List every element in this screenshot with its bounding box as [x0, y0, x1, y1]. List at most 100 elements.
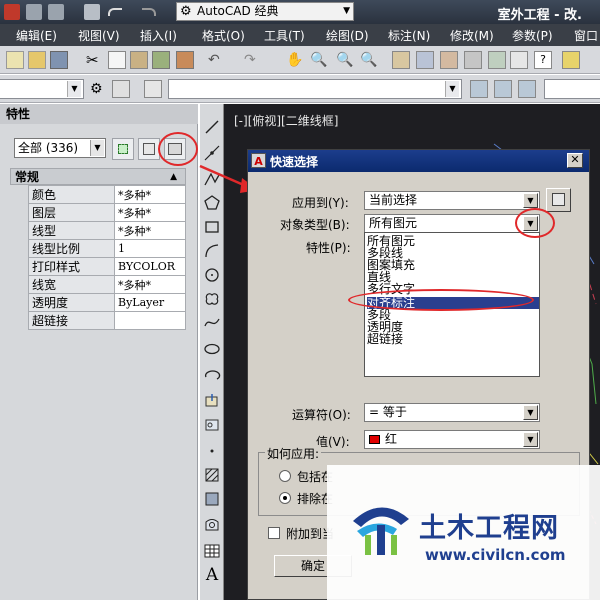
insert-block-icon[interactable] [203, 392, 221, 410]
layer-previous-icon[interactable] [494, 80, 512, 98]
save-icon[interactable] [50, 51, 68, 69]
layer-properties-icon[interactable] [144, 80, 162, 98]
app-menu-icon[interactable] [4, 4, 20, 20]
close-button[interactable]: ✕ [567, 153, 583, 168]
menu-format[interactable]: 格式(O) [202, 27, 245, 44]
property-row[interactable]: 线型比例 1 [28, 239, 186, 258]
rectangle-icon[interactable] [203, 218, 221, 236]
value-dropdown[interactable]: 红 ▼ [364, 430, 540, 449]
menu-draw[interactable]: 绘图(D) [326, 27, 369, 44]
property-value[interactable]: *多种* [114, 275, 186, 294]
tool-palettes-icon[interactable] [440, 51, 458, 69]
mtext-icon[interactable]: A [203, 566, 221, 584]
line-icon[interactable] [203, 118, 221, 136]
make-current-icon[interactable] [470, 80, 488, 98]
revcloud-icon[interactable] [203, 290, 221, 308]
hatch-icon[interactable] [203, 466, 221, 484]
property-value[interactable]: *多种* [114, 203, 186, 222]
markup-icon[interactable] [488, 51, 506, 69]
redo-icon[interactable] [142, 8, 156, 16]
menu-view[interactable]: 视图(V) [78, 27, 120, 44]
redo-icon[interactable]: ↷ [244, 51, 262, 69]
gradient-icon[interactable] [203, 490, 221, 508]
layer-freeze-icon[interactable] [518, 80, 536, 98]
property-row[interactable]: 线型 *多种* [28, 221, 186, 240]
match-properties-icon[interactable] [152, 51, 170, 69]
properties-icon[interactable] [392, 51, 410, 69]
property-row[interactable]: 打印样式 BYCOLOR [28, 257, 186, 276]
save-icon[interactable] [26, 4, 42, 20]
undo-icon[interactable] [108, 8, 122, 16]
select-objects-icon [552, 193, 565, 206]
style-icon[interactable] [562, 51, 580, 69]
circle-icon[interactable] [203, 266, 221, 284]
select-objects-button[interactable] [138, 138, 160, 160]
ellipse-icon[interactable] [203, 340, 221, 358]
list-item[interactable]: 超链接 [367, 333, 539, 345]
make-block-icon[interactable] [203, 416, 221, 434]
property-value[interactable]: ByLayer [114, 293, 186, 312]
exclude-radio[interactable] [279, 492, 291, 504]
property-row[interactable]: 颜色 *多种* [28, 185, 186, 204]
zoom-window-icon[interactable]: 🔍 [336, 51, 354, 69]
region-icon[interactable] [203, 516, 221, 534]
arc-icon[interactable] [203, 242, 221, 260]
menu-modify[interactable]: 修改(M) [450, 27, 494, 44]
copy-icon[interactable] [108, 51, 126, 69]
property-row[interactable]: 线宽 *多种* [28, 275, 186, 294]
calculator-icon[interactable] [510, 51, 528, 69]
zoom-realtime-icon[interactable]: 🔍 [310, 51, 328, 69]
color-dropdown[interactable] [544, 79, 600, 99]
property-value[interactable]: 1 [114, 239, 186, 258]
menu-insert[interactable]: 插入(I) [140, 27, 177, 44]
property-value[interactable]: *多种* [114, 185, 186, 204]
table-icon[interactable] [203, 542, 221, 560]
property-row[interactable]: 超链接 [28, 311, 186, 330]
cut-icon[interactable]: ✂ [86, 51, 104, 69]
layer-state-icon[interactable] [112, 80, 130, 98]
layer-dropdown[interactable]: ▼ [0, 79, 84, 99]
toggle-pickadd-button[interactable] [112, 138, 134, 160]
design-center-icon[interactable] [416, 51, 434, 69]
operator-dropdown[interactable]: = 等于 ▼ [364, 403, 540, 422]
ellipse-arc-icon[interactable] [203, 366, 221, 384]
block-editor-icon[interactable] [176, 51, 194, 69]
chevron-down-icon: ▼ [445, 81, 459, 97]
polygon-icon[interactable] [203, 194, 221, 212]
menu-dimension[interactable]: 标注(N) [388, 27, 430, 44]
property-row[interactable]: 透明度 ByLayer [28, 293, 186, 312]
current-layer-dropdown[interactable]: ▼ [168, 79, 462, 99]
pan-icon[interactable]: ✋ [286, 51, 304, 69]
open-file-icon[interactable] [28, 51, 46, 69]
new-file-icon[interactable] [6, 51, 24, 69]
zoom-previous-icon[interactable]: 🔍 [360, 51, 378, 69]
append-checkbox[interactable] [268, 527, 280, 539]
spline-icon[interactable] [203, 314, 221, 332]
save-as-icon[interactable] [48, 4, 64, 20]
apply-to-dropdown[interactable]: 当前选择 ▼ [364, 191, 540, 210]
paste-icon[interactable] [130, 51, 148, 69]
print-icon[interactable] [84, 4, 100, 20]
property-value[interactable]: BYCOLOR [114, 257, 186, 276]
menu-edit[interactable]: 编辑(E) [16, 27, 57, 44]
chevron-down-icon: ▼ [523, 432, 538, 447]
list-item[interactable]: 图案填充 [367, 259, 539, 271]
menu-tools[interactable]: 工具(T) [264, 27, 305, 44]
include-radio[interactable] [279, 470, 291, 482]
property-value[interactable]: *多种* [114, 221, 186, 240]
menu-parametric[interactable]: 参数(P) [512, 27, 553, 44]
gear-icon: ⚙ [180, 4, 192, 19]
sheet-set-icon[interactable] [464, 51, 482, 69]
select-objects-button[interactable] [546, 188, 571, 212]
workspace-dropdown[interactable]: ⚙ AutoCAD 经典 ▼ [176, 2, 354, 21]
property-value[interactable] [114, 311, 186, 330]
undo-icon[interactable]: ↶ [208, 51, 226, 69]
object-type-dropdown[interactable]: 所有图元 ▼ [364, 214, 540, 233]
help-icon[interactable]: ? [534, 51, 552, 69]
menu-window[interactable]: 窗口 [574, 27, 598, 44]
property-row[interactable]: 图层 *多种* [28, 203, 186, 222]
point-icon[interactable] [203, 442, 221, 460]
gear-icon[interactable]: ⚙ [90, 80, 108, 98]
section-general[interactable]: 常规 ▲ [10, 168, 186, 185]
selection-dropdown[interactable]: 全部 (336) ▼ [14, 138, 106, 158]
